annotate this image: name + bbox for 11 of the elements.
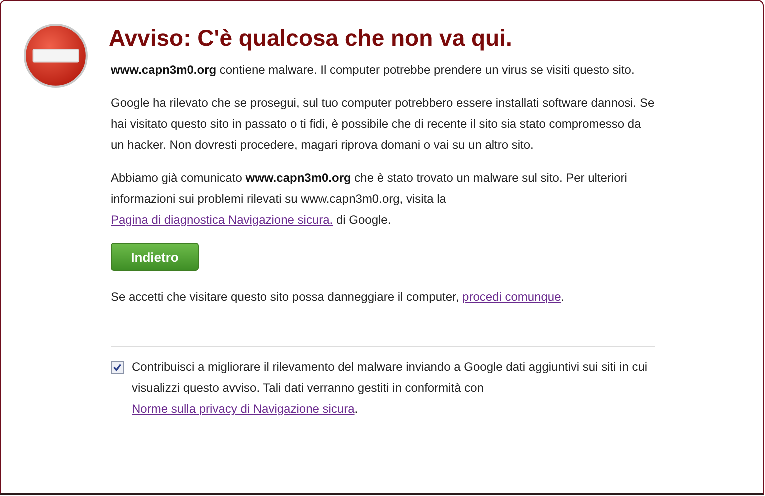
paragraph: Abbiamo già comunicato www.capn3m0.org che è stato trovato un malware sul sito. Per ulteriori informazioni sui problemi rilevati su www.capn3m0.org, visita la Pagina di diagnostica Navigazione sicura. di Google.	[111, 170, 628, 229]
paragraph: www.capn3m0.org contiene malware. Il computer potrebbe prendere un virus se visiti questo sito.	[111, 62, 636, 79]
paragraph: Se accetti che visitare questo sito possa danneggiare il computer, procedi comunque.	[111, 289, 566, 306]
checkbox[interactable]	[111, 361, 124, 374]
warning-title: Avviso: C'è qualcosa che non va qui.	[109, 24, 514, 52]
paragraph: Contribuisci a migliorare il rilevamento del malware inviando a Google dati aggiuntivi sui siti in cui visualizzi questo avviso. Tali dati verranno gestiti in conformità con Norme sulla privacy di Navigazione sicura.	[132, 359, 649, 418]
link[interactable]: Pagina di diagnostica Navigazione sicura.	[111, 213, 334, 227]
stop-icon	[23, 23, 89, 89]
link[interactable]: Norme sulla privacy di Navigazione sicura	[132, 402, 355, 416]
link[interactable]: procedi comunque	[462, 290, 562, 304]
paragraph: Google ha rilevato che se prosegui, sul tuo computer potrebbero essere installati software dannosi. Se hai visitato questo sito in passato o ti fidi, è possibile che di recente il sito sia stato compromesso da un hacker. Non dovresti procedere, magari riprova domani o vai su un altro sito.	[111, 95, 655, 154]
